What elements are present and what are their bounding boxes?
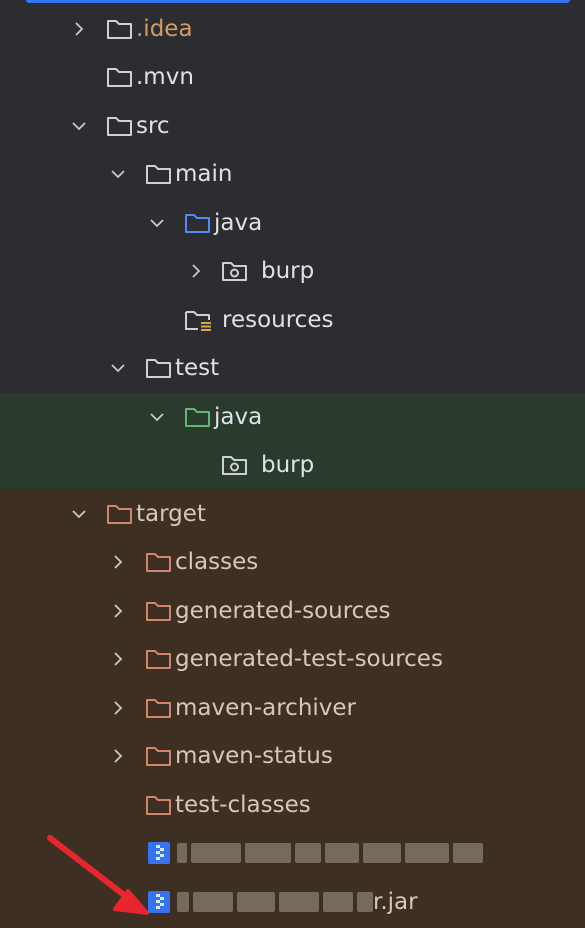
red-arrow-annotation [47,835,149,915]
